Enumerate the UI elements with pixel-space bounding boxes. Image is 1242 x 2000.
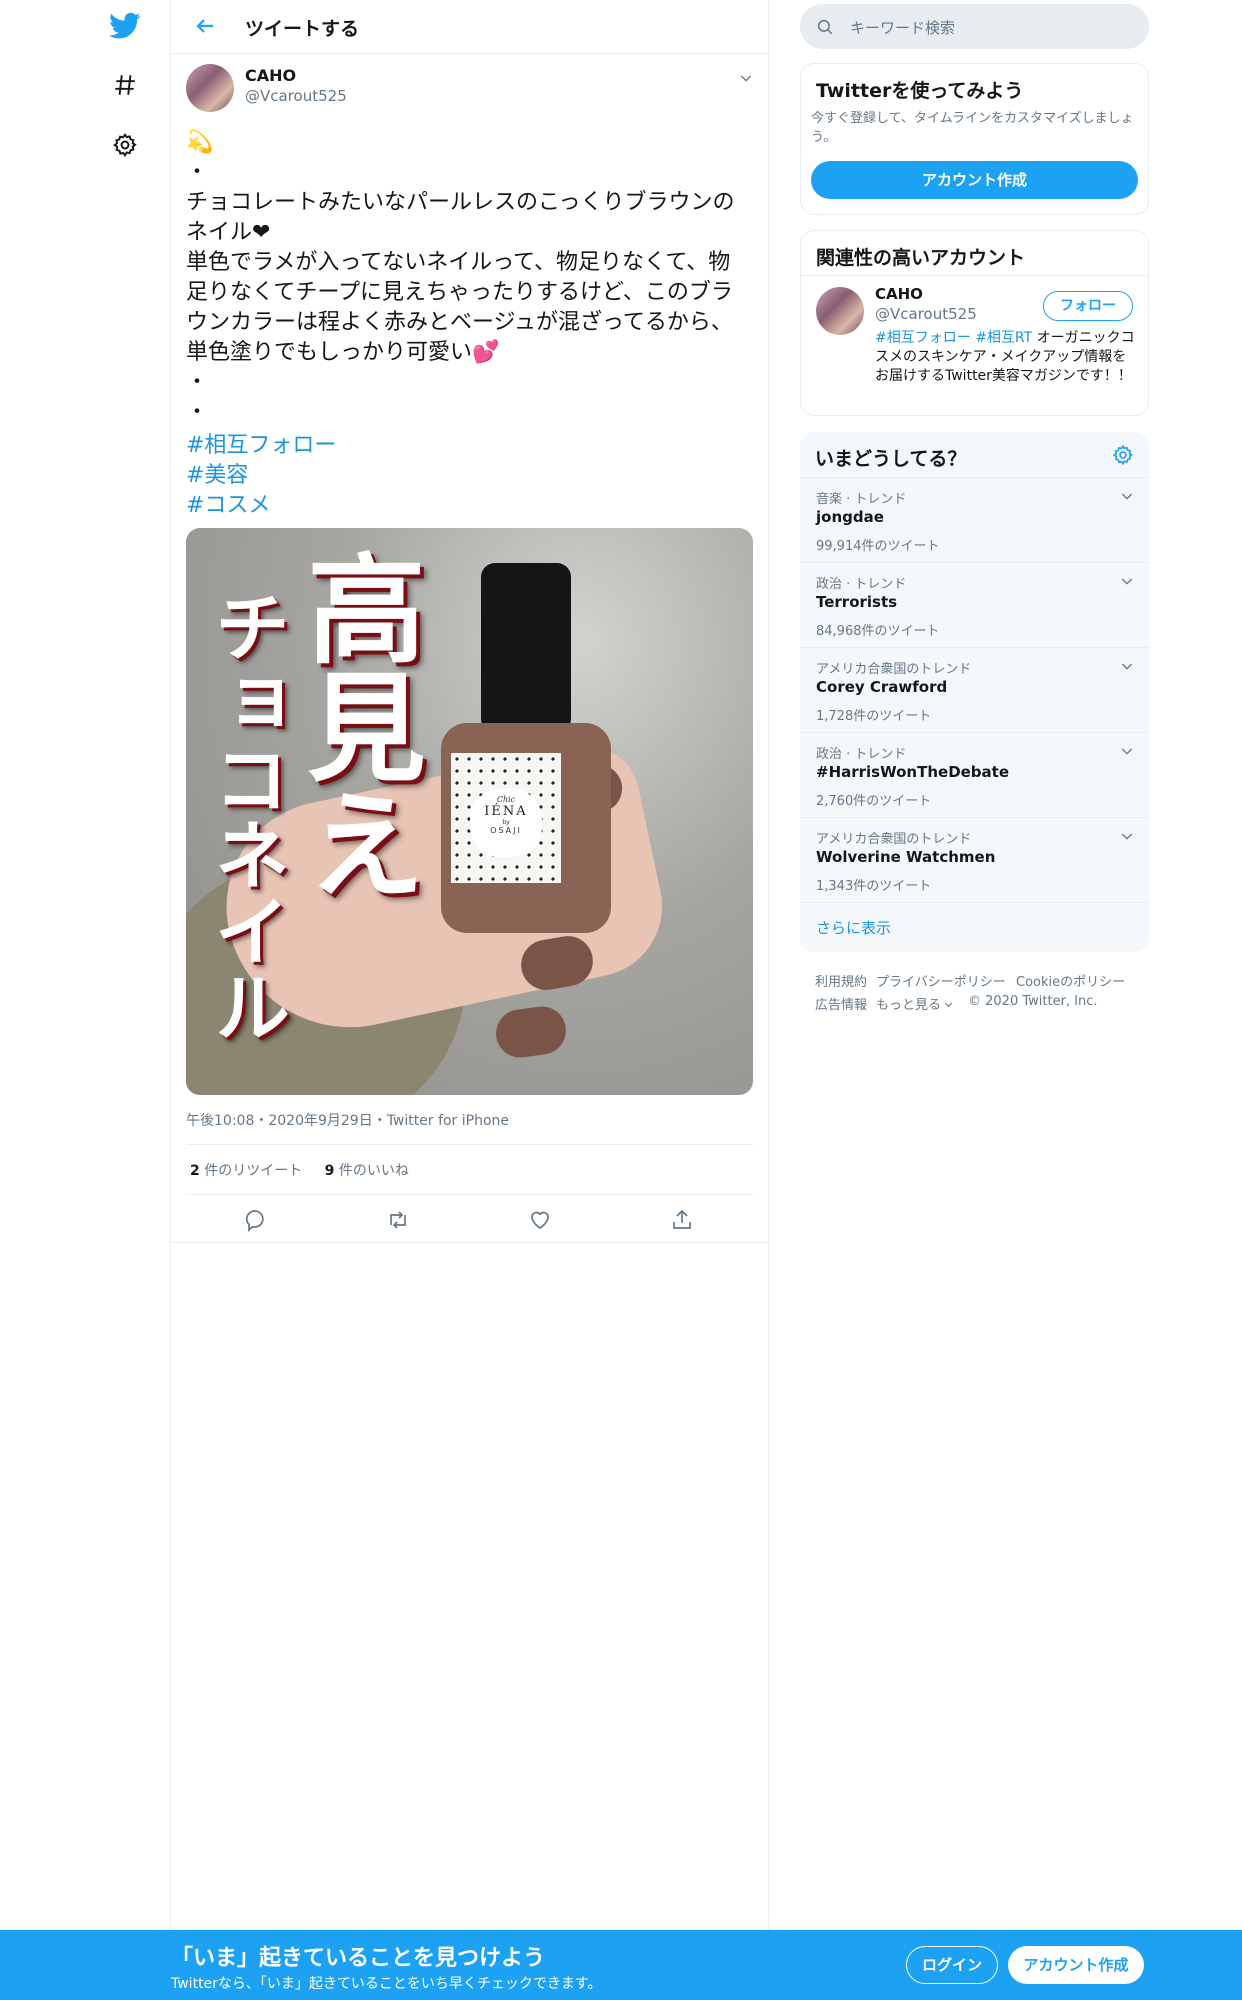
tweet-photo[interactable]: Chic IÉNA by OSAJI 高見え チョコネイル (186, 528, 753, 1095)
trend-context: 政治 · トレンド (816, 577, 907, 592)
footer-terms-link[interactable]: 利用規約 (815, 971, 867, 990)
tweet-counts: 2 件のリツイート 9 件のいいね (190, 1160, 409, 1180)
create-account-button[interactable]: アカウント作成 (811, 161, 1138, 199)
trends-settings-gear-icon[interactable] (1112, 444, 1134, 466)
banner-subtext: Twitterなら、「いま」起きていることをいち早くチェックできます。 (171, 1976, 602, 1992)
trend-item[interactable]: アメリカ合衆国のトレンド Wolverine Watchmen 1,343件のツ… (800, 817, 1149, 902)
like-heart-icon[interactable] (528, 1208, 552, 1232)
trend-count: 2,760件のツイート (816, 794, 932, 809)
trend-name: Terrorists (816, 593, 898, 611)
footer-more-link[interactable]: もっと見る (876, 994, 941, 1013)
photo-headline-2: チョコネイル (201, 588, 290, 1044)
trend-count: 1,728件のツイート (816, 709, 932, 724)
author-handle[interactable]: @Vcarout525 (245, 87, 347, 105)
trend-name: Wolverine Watchmen (816, 848, 996, 866)
banner-headline: 「いま」起きていることを見つけよう (171, 1946, 546, 1971)
banner-signup-button[interactable]: アカウント作成 (1008, 1946, 1144, 1984)
trend-item[interactable]: 音楽 · トレンド jongdae 99,914件のツイート (800, 477, 1149, 562)
related-accounts-card: 関連性の高いアカウント CAHO @Vcarout525 フォロー #相互フォロ… (800, 230, 1149, 416)
footer-cookie-link[interactable]: Cookieのポリシー (1016, 971, 1125, 990)
signup-banner: 「いま」起きていることを見つけよう Twitterなら、「いま」起きていることを… (0, 1930, 1242, 2000)
column-divider-left (170, 0, 171, 1930)
explore-hashtag-icon[interactable] (106, 66, 144, 104)
bottle-brand-top: Chic (496, 795, 516, 804)
trend-name: jongdae (816, 508, 884, 526)
footer-ads-link[interactable]: 広告情報 (815, 994, 867, 1013)
related-handle[interactable]: @Vcarout525 (875, 305, 977, 323)
trend-context: 音楽 · トレンド (816, 492, 907, 507)
login-button[interactable]: ログイン (906, 1946, 998, 1984)
search-input[interactable]: キーワード検索 (800, 4, 1149, 49)
show-more-link[interactable]: さらに表示 (816, 917, 891, 938)
trends-title: いまどうしてる？ (815, 448, 967, 470)
related-card-title: 関連性の高いアカウント (816, 247, 1026, 269)
hashtag-link[interactable]: #美容 (186, 457, 248, 489)
photo-bottle-cap (481, 563, 571, 733)
photo-headline-1: 高見え (287, 548, 426, 902)
tweet-timestamp[interactable]: 午後10:08・2020年9月29日・Twitter for iPhone (186, 1110, 509, 1130)
twitter-logo-icon[interactable] (106, 7, 144, 45)
search-placeholder: キーワード検索 (850, 19, 956, 37)
settings-gear-icon[interactable] (106, 126, 144, 164)
trend-count: 84,968件のツイート (816, 624, 940, 639)
bottle-brand-bottom: OSAJI (490, 826, 522, 835)
photo-nail (493, 1003, 569, 1061)
hashtag-link[interactable]: #相互フォロー (186, 427, 336, 459)
divider (186, 1144, 753, 1145)
trend-count: 99,914件のツイート (816, 539, 940, 554)
trend-item[interactable]: アメリカ合衆国のトレンド Corey Crawford 1,728件のツイート (800, 647, 1149, 732)
author-avatar[interactable] (186, 64, 234, 112)
back-arrow-icon[interactable] (191, 14, 219, 38)
hashtag-link[interactable]: #コスメ (186, 487, 270, 519)
chevron-down-icon[interactable] (738, 70, 754, 86)
reply-icon[interactable] (244, 1208, 268, 1232)
retweet-count[interactable]: 2 (190, 1163, 200, 1179)
trend-count: 1,343件のツイート (816, 879, 932, 894)
trend-item[interactable]: 政治 · トレンド Terrorists 84,968件のツイート (800, 562, 1149, 647)
related-name[interactable]: CAHO (875, 285, 923, 303)
like-label[interactable]: 件のいいね (339, 1163, 409, 1179)
tweet-text: 💫 ・ チョコレートみたいなパールレスのこっくりブラウンのネイル❤ 単色でラメが… (186, 130, 735, 425)
like-count[interactable]: 9 (325, 1163, 335, 1179)
chevron-down-icon[interactable] (1119, 658, 1135, 674)
related-bio: #相互フォロー #相互RT オーガニックコスメのスキンケア・メイクアップ情報をお… (875, 329, 1140, 386)
share-icon[interactable] (670, 1208, 694, 1232)
column-divider-right (768, 0, 769, 1930)
bottle-brand-sub: by (502, 819, 510, 826)
retweet-icon[interactable] (386, 1208, 410, 1232)
divider (171, 1242, 768, 1243)
trend-name: #HarrisWonTheDebate (816, 763, 1010, 781)
divider (801, 275, 1148, 276)
author-name[interactable]: CAHO (245, 66, 296, 85)
trend-context: アメリカ合衆国のトレンド (816, 832, 972, 847)
chevron-down-icon[interactable] (943, 999, 954, 1010)
show-more-row[interactable]: さらに表示 (800, 902, 1149, 951)
page-title: ツイートする (245, 18, 360, 40)
search-icon (817, 19, 833, 35)
chevron-down-icon[interactable] (1119, 743, 1135, 759)
chevron-down-icon[interactable] (1119, 828, 1135, 844)
follow-button[interactable]: フォロー (1043, 291, 1133, 321)
trend-context: アメリカ合衆国のトレンド (816, 662, 972, 677)
footer-privacy-link[interactable]: プライバシーポリシー (876, 971, 1006, 990)
retweet-label[interactable]: 件のリツイート (204, 1163, 302, 1179)
trend-name: Corey Crawford (816, 678, 948, 696)
trend-item[interactable]: 政治 · トレンド #HarrisWonTheDebate 2,760件のツイー… (800, 732, 1149, 817)
signup-card-title: Twitterを使ってみよう (816, 80, 1024, 102)
footer-copyright: © 2020 Twitter, Inc. (968, 994, 1098, 1009)
tweet-header: ツイートする (171, 0, 769, 54)
trend-context: 政治 · トレンド (816, 747, 907, 762)
photo-bottle-label: Chic IÉNA by OSAJI (451, 753, 561, 883)
bottle-brand: IÉNA (484, 804, 528, 819)
bio-hashtag-link[interactable]: #相互RT (975, 330, 1032, 346)
divider (186, 1194, 753, 1195)
related-avatar[interactable] (816, 287, 864, 335)
signup-card-description: 今すぐ登録して、タイムラインをカスタマイズしましょう。 (811, 111, 1134, 145)
chevron-down-icon[interactable] (1119, 488, 1135, 504)
signup-card: Twitterを使ってみよう 今すぐ登録して、タイムラインをカスタマイズしましょ… (800, 63, 1149, 215)
bio-hashtag-link[interactable]: #相互フォロー (875, 330, 971, 346)
chevron-down-icon[interactable] (1119, 573, 1135, 589)
